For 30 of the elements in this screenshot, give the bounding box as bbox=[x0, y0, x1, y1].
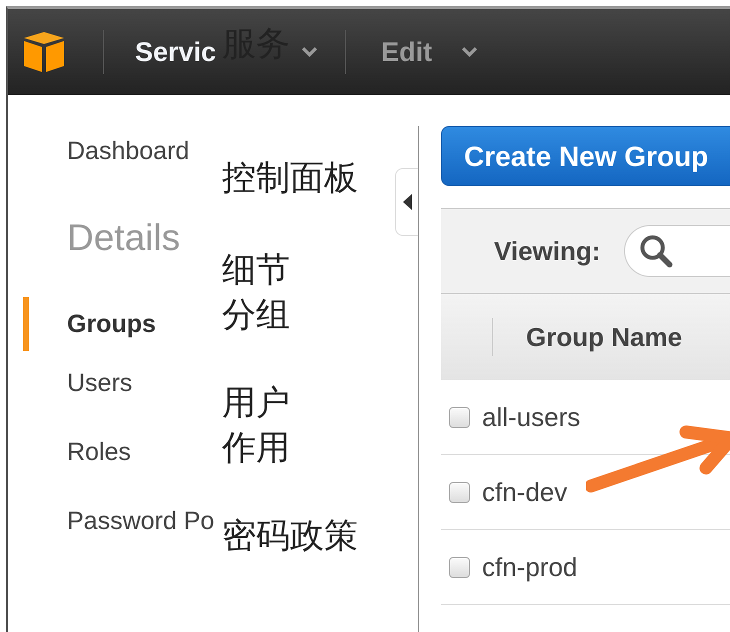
menu-link[interactable]: Servic bbox=[135, 36, 216, 68]
annotation-text: 分组 bbox=[222, 295, 290, 335]
caret-icon[interactable] bbox=[302, 47, 318, 57]
annotation-text: 细节 bbox=[222, 250, 290, 290]
sidebar-item[interactable]: Groups bbox=[23, 297, 156, 351]
sidebar-item[interactable]: Roles bbox=[23, 435, 131, 469]
group-name-link[interactable]: all-users bbox=[482, 402, 580, 432]
viewing-label: Viewing: bbox=[494, 236, 600, 266]
annotation-text: 密码政策 bbox=[222, 516, 358, 556]
create-group-button[interactable]: Create New Group bbox=[441, 126, 730, 186]
annotation-text: 用户 bbox=[222, 383, 290, 423]
checkbox[interactable] bbox=[449, 482, 470, 502]
triangle-icon bbox=[402, 193, 412, 211]
caret-icon[interactable] bbox=[462, 47, 478, 57]
sidebar-item[interactable]: Dashboard bbox=[23, 134, 190, 168]
group-name-link[interactable]: cfn-dev bbox=[482, 476, 568, 508]
search-icon bbox=[639, 234, 674, 268]
annotation-text: 控制面板 bbox=[222, 158, 358, 198]
cube-icon[interactable] bbox=[22, 30, 66, 74]
sidebar-item[interactable]: Password Po bbox=[23, 504, 214, 538]
section-heading: Details bbox=[67, 216, 180, 260]
checkbox[interactable] bbox=[449, 556, 470, 578]
column-header[interactable]: Group Name bbox=[526, 322, 682, 352]
group-name-link[interactable]: cfn-prod bbox=[482, 552, 578, 582]
annotation-text: 作用 bbox=[222, 428, 290, 468]
collapse-tab[interactable] bbox=[395, 168, 418, 236]
search-field[interactable] bbox=[624, 225, 730, 277]
menu-link[interactable]: Edit bbox=[381, 36, 432, 68]
checkbox[interactable] bbox=[449, 406, 470, 428]
sidebar-item[interactable]: Users bbox=[23, 366, 132, 400]
